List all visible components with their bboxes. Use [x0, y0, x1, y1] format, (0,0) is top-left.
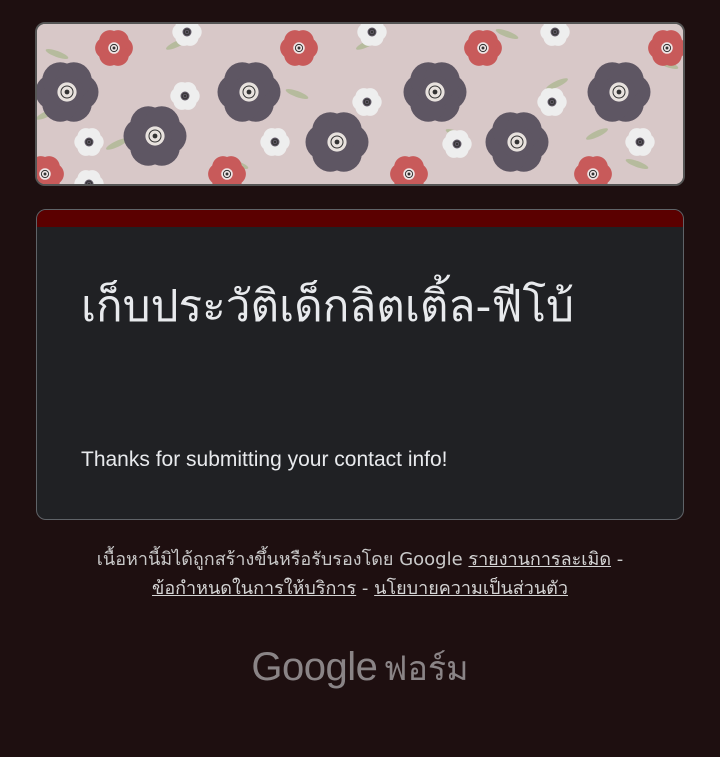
flower-shape	[485, 112, 549, 172]
leaf-shape	[45, 49, 69, 59]
flower-shape	[352, 88, 382, 116]
flower-shape	[170, 82, 200, 110]
footer-separator: -	[616, 549, 624, 570]
header-banner-image	[35, 22, 685, 186]
flower-shape	[217, 62, 281, 122]
flower-shape	[587, 62, 651, 122]
flower-shape	[403, 62, 467, 122]
card-accent-bar	[37, 210, 683, 227]
flower-shape	[208, 156, 246, 184]
flower-shape	[74, 128, 104, 156]
form-title: เก็บประวัติเด็กลิตเติ้ล-ฟีโบ้	[81, 281, 575, 332]
forms-response-page: เก็บประวัติเด็กลิตเติ้ล-ฟีโบ้ Thanks for…	[0, 0, 720, 757]
flower-shape	[464, 30, 502, 66]
flower-shape	[540, 24, 570, 46]
leaf-shape	[495, 29, 519, 39]
flower-shape	[260, 128, 290, 156]
flower-shape	[390, 156, 428, 184]
leaf-shape	[285, 89, 309, 99]
flower-shape	[95, 30, 133, 66]
flower-shape	[574, 156, 612, 184]
google-forms-logo[interactable]: Google ฟอร์ม	[0, 641, 720, 695]
leaf-shape	[625, 159, 649, 169]
flower-shape	[123, 106, 187, 166]
flower-shape	[37, 156, 64, 184]
footer: เนื้อหานี้มิได้ถูกสร้างขึ้นหรือรับรองโดย…	[0, 545, 720, 603]
privacy-link[interactable]: นโยบายความเป็นส่วนตัว	[374, 578, 568, 599]
flower-shape	[37, 62, 99, 122]
disclaimer-text: เนื้อหานี้มิได้ถูกสร้างขึ้นหรือรับรองโดย…	[96, 549, 463, 570]
flower-shape	[537, 88, 567, 116]
flower-shape	[625, 128, 655, 156]
forms-product-name: ฟอร์ม	[383, 649, 469, 689]
floral-pattern	[37, 24, 683, 184]
terms-link[interactable]: ข้อกำหนดในการให้บริการ	[152, 578, 356, 599]
flower-shape	[442, 130, 472, 158]
flower-shape	[74, 170, 104, 184]
footer-separator: -	[361, 578, 369, 599]
flower-shape	[305, 112, 369, 172]
flower-shape	[648, 30, 683, 66]
confirmation-message: Thanks for submitting your contact info!	[81, 448, 448, 471]
flower-shape	[280, 30, 318, 66]
leaf-shape	[586, 128, 608, 140]
report-abuse-link[interactable]: รายงานการละเมิด	[468, 549, 611, 570]
confirmation-card: เก็บประวัติเด็กลิตเติ้ล-ฟีโบ้ Thanks for…	[36, 209, 684, 520]
flower-shape	[357, 24, 387, 46]
google-logo-text: Google	[251, 645, 378, 689]
